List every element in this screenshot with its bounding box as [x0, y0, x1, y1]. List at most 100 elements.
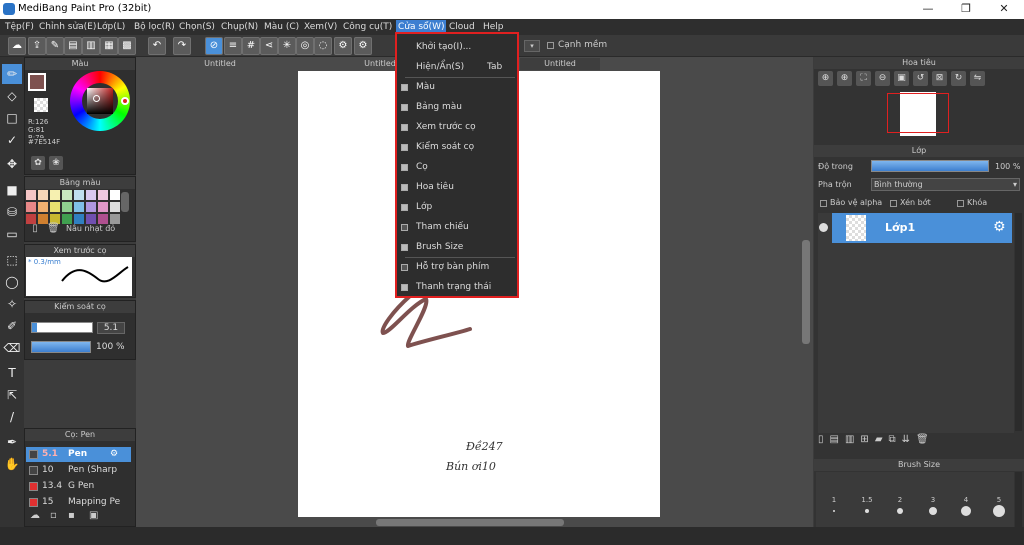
palette-swatch[interactable] [86, 202, 96, 212]
brush-opacity-slider[interactable] [31, 341, 91, 353]
antialias-checkbox[interactable] [547, 42, 554, 49]
page-icon[interactable]: ▥ [82, 37, 100, 55]
rotate-right-icon[interactable]: ↻ [951, 71, 966, 86]
lock-checkbox[interactable] [957, 200, 964, 207]
dot-tool-icon[interactable]: ✓ [2, 130, 22, 150]
document-icon[interactable]: ▦ [100, 37, 118, 55]
gear-icon[interactable]: ⚙ [354, 37, 372, 55]
secondary-color-swatch[interactable] [34, 98, 48, 112]
menu-select[interactable]: Chọn(S) [177, 20, 217, 34]
brush-list-item[interactable]: 13.4 G Pen [26, 479, 131, 494]
brush-size-cell[interactable]: 1.5 [852, 496, 882, 526]
primary-color-swatch[interactable] [28, 73, 46, 91]
brush-size-cell[interactable]: 5 [984, 496, 1014, 526]
zoom-out-icon[interactable]: ⊖ [875, 71, 890, 86]
snap-off-icon[interactable]: ⊘ [205, 37, 223, 55]
palette-swatch[interactable] [50, 190, 60, 200]
perspective-icon[interactable]: ⋖ [260, 37, 278, 55]
doc-tab-1[interactable]: Untitled [180, 58, 260, 70]
window-menu-item[interactable]: Thanh trạng thái [397, 278, 517, 297]
palette-swatch[interactable] [86, 214, 96, 224]
fit-icon[interactable]: ⛶ [856, 71, 871, 86]
palette-swatch[interactable] [62, 202, 72, 212]
reset-rotate-icon[interactable]: ⊠ [932, 71, 947, 86]
saturation-square[interactable] [87, 88, 113, 114]
chat-icon[interactable]: ▤ [64, 37, 82, 55]
cloud-icon[interactable]: ☁ [8, 37, 26, 55]
brush-list-item[interactable]: 15 Mapping Pe [26, 495, 131, 510]
comment-icon[interactable]: ✎ [46, 37, 64, 55]
window-menu-item[interactable]: Màu [397, 78, 517, 97]
menu-view[interactable]: Xem(V) [302, 20, 339, 34]
new-layer-icon[interactable]: ▯ [818, 434, 824, 450]
eyedropper-tool-icon[interactable]: ✒ [2, 432, 22, 452]
palette-swatch[interactable] [110, 214, 120, 224]
brush-list-item[interactable]: 5.1 Pen ⚙ [26, 447, 131, 462]
merge-layer-icon[interactable]: ⇊ [902, 434, 910, 450]
palette-swatch[interactable] [26, 202, 36, 212]
brush-size-cell[interactable]: 4 [951, 496, 981, 526]
actual-size-icon[interactable]: ▣ [894, 71, 909, 86]
brush-size-cell[interactable]: 2 [885, 496, 915, 526]
curve-snap-icon[interactable]: ◌ [314, 37, 332, 55]
palette-swatch[interactable] [98, 214, 108, 224]
flip-icon[interactable]: ⇋ [970, 71, 985, 86]
select-pen-tool-icon[interactable]: ✐ [2, 316, 22, 336]
settings-icon[interactable]: ⚙ [334, 37, 352, 55]
palette-swatch[interactable] [62, 214, 72, 224]
duplicate-layer-icon[interactable]: ⧉ [889, 434, 896, 450]
palette-swatch[interactable] [74, 190, 84, 200]
palette-icon[interactable]: ❀ [49, 156, 63, 170]
maximize-button[interactable]: ❐ [946, 0, 986, 19]
window-menu-item[interactable]: Tham chiếu [397, 218, 517, 237]
menu-tools[interactable]: Công cụ(T) [341, 20, 394, 34]
layer-opacity-slider[interactable] [871, 160, 989, 172]
new-halftone-layer-icon[interactable]: ▤ [830, 434, 839, 450]
brush-size-cell[interactable]: 3 [918, 496, 948, 526]
grid-snap-icon[interactable]: # [242, 37, 260, 55]
horizontal-scrollbar[interactable] [376, 519, 564, 526]
doc-tab-3[interactable]: Untitled [520, 58, 600, 70]
hand-tool-icon[interactable]: ✋ [2, 454, 22, 474]
menu-snap[interactable]: Chụp(N) [219, 20, 260, 34]
palette-swatch[interactable] [74, 214, 84, 224]
color-picker-marker[interactable] [93, 95, 100, 102]
new-palette-icon[interactable]: ▯ [29, 223, 41, 235]
hue-marker[interactable] [121, 97, 129, 105]
text-tool-icon[interactable]: T [2, 363, 22, 383]
redo-icon[interactable]: ↷ [173, 37, 191, 55]
delete-layer-icon[interactable]: 🗑 [916, 434, 929, 450]
layer-scrollbar[interactable] [1015, 213, 1022, 431]
palette-swatch[interactable] [98, 202, 108, 212]
brush-size-cell[interactable]: 1 [819, 496, 849, 526]
vertical-scrollbar[interactable] [802, 240, 810, 344]
magic-wand-tool-icon[interactable]: ✧ [2, 294, 22, 314]
window-menu-item[interactable]: Brush Size [397, 238, 517, 257]
layer-settings-gear-icon[interactable]: ⚙ [993, 219, 1006, 235]
palette-swatch[interactable] [38, 190, 48, 200]
add-layer-dropdown-icon[interactable]: ⊞ [860, 434, 868, 450]
zoom-in-icon[interactable]: ⊕ [818, 71, 833, 86]
color-mixer-icon[interactable]: ✿ [31, 156, 45, 170]
folder-icon[interactable]: ▰ [875, 434, 883, 450]
window-menu-item[interactable]: Hiện/Ẩn(S) Tab [397, 58, 517, 77]
share-icon[interactable]: ⇪ [28, 37, 46, 55]
select-rect-tool-icon[interactable]: ⬚ [2, 250, 22, 270]
protect-alpha-checkbox[interactable] [820, 200, 827, 207]
rotate-left-icon[interactable]: ↺ [913, 71, 928, 86]
menu-file[interactable]: Tệp(F) [3, 20, 36, 34]
palette-swatch[interactable] [86, 190, 96, 200]
fill-rect-tool-icon[interactable]: ■ [2, 180, 22, 200]
parallel-snap-icon[interactable]: ≡ [224, 37, 242, 55]
grid-icon[interactable]: ▩ [118, 37, 136, 55]
radial-snap-icon[interactable]: ✳ [278, 37, 296, 55]
menu-layer[interactable]: Lớp(L) [95, 20, 127, 34]
clipping-checkbox[interactable] [890, 200, 897, 207]
palette-swatch[interactable] [110, 202, 120, 212]
window-menu-item[interactable]: Xem trước cọ [397, 118, 517, 137]
blend-mode-select[interactable]: Bình thường ▾ [871, 178, 1020, 191]
minimize-button[interactable]: — [908, 0, 948, 19]
eraser-tool-icon[interactable]: ◇ [2, 86, 22, 106]
brush-settings-icon[interactable]: ▣ [89, 510, 101, 522]
menu-filter[interactable]: Bộ lọc(R) [132, 20, 177, 34]
